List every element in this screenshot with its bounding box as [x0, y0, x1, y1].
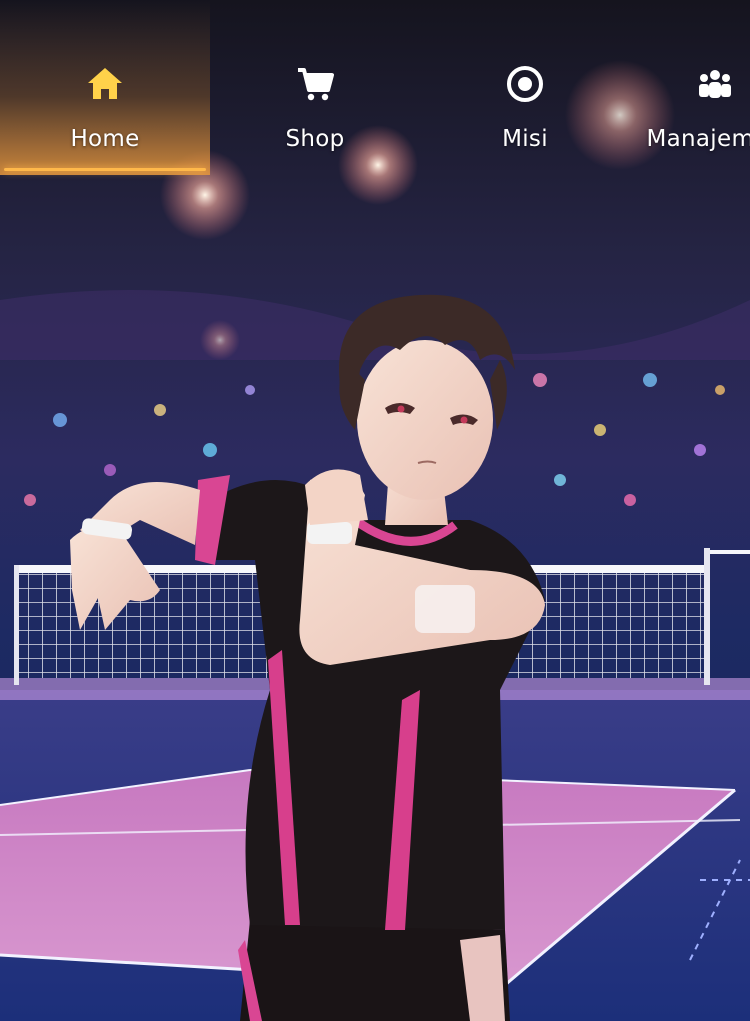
nav-item-shop[interactable]: Shop	[210, 0, 420, 175]
top-nav: Home Shop Misi Manajemen	[0, 0, 750, 175]
nav-label-shop: Shop	[285, 126, 345, 152]
nav-label-home: Home	[70, 126, 140, 152]
nav-item-misi[interactable]: Misi	[420, 0, 630, 175]
nav-item-manajemen[interactable]: Manajemen	[630, 0, 750, 175]
target-icon	[507, 66, 543, 102]
team-icon	[699, 70, 731, 98]
nav-label-manajemen: Manajemen	[646, 126, 750, 152]
home-icon	[88, 68, 122, 99]
nav-label-misi: Misi	[502, 126, 548, 152]
nav-item-home[interactable]: Home	[0, 0, 210, 175]
cart-icon	[298, 68, 334, 101]
